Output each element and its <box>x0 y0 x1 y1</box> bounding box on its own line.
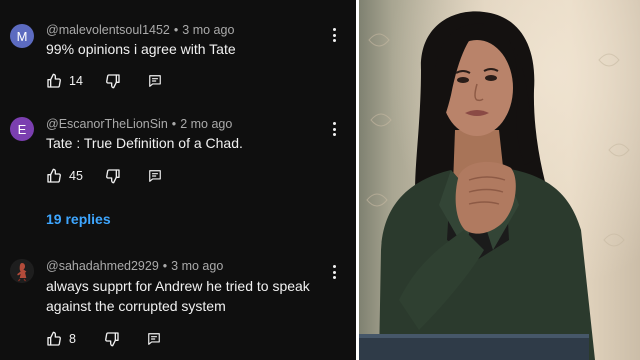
like-count: 8 <box>69 332 76 346</box>
like-button[interactable]: 14 <box>46 73 83 89</box>
comment-time[interactable]: 2 mo ago <box>180 117 232 131</box>
avatar-image <box>10 259 34 283</box>
comment-username[interactable]: @sahadahmed2929 <box>46 259 159 273</box>
thumbs-down-icon[interactable] <box>104 331 120 347</box>
avatar[interactable] <box>10 259 34 283</box>
avatar-letter: M <box>16 28 28 44</box>
comment-username[interactable]: @malevolentsoul1452 <box>46 23 170 37</box>
comment-meta: @EscanorTheLionSin • 2 mo ago <box>46 117 232 131</box>
reply-icon[interactable] <box>148 74 162 88</box>
comment-text: 99% opinions i agree with Tate <box>46 41 236 57</box>
comment-actions: 8 <box>46 330 161 348</box>
comments-panel: M @malevolentsoul1452 • 3 mo ago 99% opini… <box>0 0 358 360</box>
reply-icon[interactable] <box>148 169 162 183</box>
thumbs-up-icon <box>46 331 62 347</box>
comment-text: Tate : True Definition of a Chad. <box>46 135 243 151</box>
meta-separator: • <box>173 23 179 37</box>
comment-actions: 45 <box>46 167 162 185</box>
comment-time[interactable]: 3 mo ago <box>171 259 223 273</box>
thumbs-up-icon <box>46 73 62 89</box>
avatar-letter: E <box>17 121 27 137</box>
comment-meta: @sahadahmed2929 • 3 mo ago <box>46 259 223 273</box>
presenter-illustration <box>359 0 640 360</box>
like-button[interactable]: 45 <box>46 168 83 184</box>
view-replies-link[interactable]: 19 replies <box>46 211 111 227</box>
meta-separator: • <box>162 259 168 273</box>
comment-text: always supprt for Andrew he tried to spe… <box>46 278 310 314</box>
video-frame <box>359 0 640 360</box>
comment-actions: 14 <box>46 72 162 90</box>
like-count: 45 <box>69 169 83 183</box>
meta-separator: • <box>171 117 177 131</box>
comment-time[interactable]: 3 mo ago <box>182 23 234 37</box>
avatar[interactable]: E <box>10 117 34 141</box>
comment-username[interactable]: @EscanorTheLionSin <box>46 117 168 131</box>
thumbs-down-icon[interactable] <box>105 73 121 89</box>
thumbs-up-icon <box>46 168 62 184</box>
like-button[interactable]: 8 <box>46 331 76 347</box>
avatar[interactable]: M <box>10 24 34 48</box>
thumbs-down-icon[interactable] <box>105 168 121 184</box>
like-count: 14 <box>69 74 83 88</box>
reply-icon[interactable] <box>147 332 161 346</box>
comment-meta: @malevolentsoul1452 • 3 mo ago <box>46 23 234 37</box>
